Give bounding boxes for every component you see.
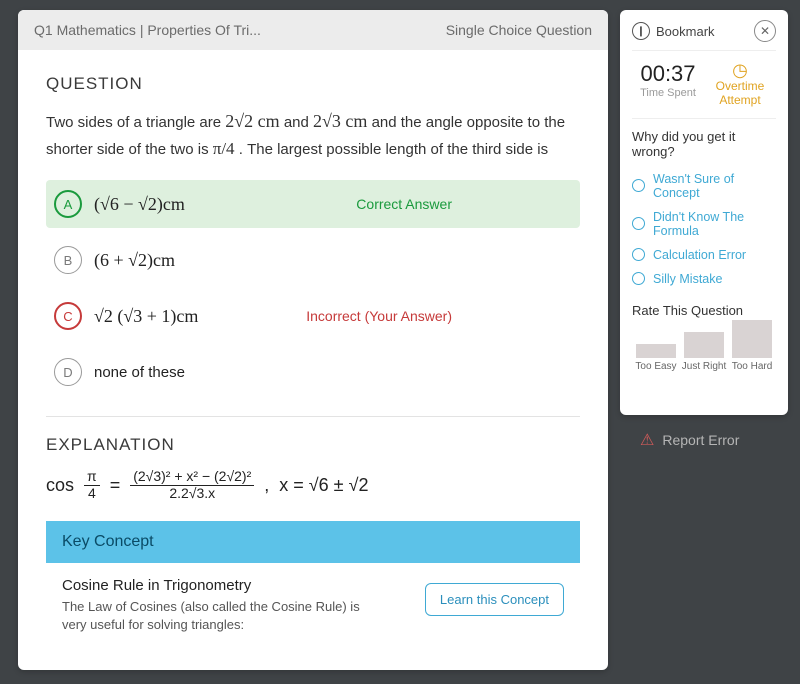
panel-body: QUESTION Two sides of a triangle are 2√2… xyxy=(18,50,608,670)
reason-option[interactable]: Didn't Know The Formula xyxy=(632,205,776,243)
concept-box: Cosine Rule in Trigonometry The Law of C… xyxy=(46,577,580,634)
math-fraction: π 4 xyxy=(84,469,100,501)
reason-label: Didn't Know The Formula xyxy=(653,210,776,238)
question-type-label: Single Choice Question xyxy=(446,22,592,38)
option-status: Correct Answer xyxy=(356,196,452,212)
panel-header: Q1 Mathematics | Properties Of Tri... Si… xyxy=(18,10,608,50)
why-wrong-heading: Why did you get it wrong? xyxy=(632,129,776,159)
reason-option[interactable]: Calculation Error xyxy=(632,243,776,267)
reason-option[interactable]: Wasn't Sure of Concept xyxy=(632,167,776,205)
fraction-numerator: (2√3)² + x² − (2√2)² xyxy=(130,469,254,485)
bar-label: Just Right xyxy=(682,361,726,372)
radio-icon xyxy=(632,179,645,192)
rating-too-easy[interactable]: Too Easy xyxy=(632,344,680,372)
option-a[interactable]: A (√6 − √2)cm Correct Answer xyxy=(46,180,580,228)
option-d[interactable]: D none of these xyxy=(46,348,580,396)
math-fragment: , xyxy=(264,475,269,496)
overtime-indicator: ◷ Overtime Attempt xyxy=(704,61,776,108)
question-fragment: Two sides of a triangle are xyxy=(46,114,225,131)
fraction-numerator: π xyxy=(84,469,100,485)
option-letter: D xyxy=(54,358,82,386)
math-fragment: cos xyxy=(46,475,74,496)
radio-icon xyxy=(632,272,645,285)
time-label: Time Spent xyxy=(632,87,704,99)
math-value: 2√2 cm xyxy=(225,111,279,131)
option-text: √2 (√3 + 1)cm xyxy=(94,306,198,327)
math-fraction: (2√3)² + x² − (2√2)² 2.2√3.x xyxy=(130,469,254,501)
option-letter: C xyxy=(54,302,82,330)
concept-name: Cosine Rule in Trigonometry xyxy=(62,577,362,594)
clock-icon: ◷ xyxy=(704,61,776,79)
fraction-denominator: 4 xyxy=(85,486,99,501)
radio-icon xyxy=(632,217,645,230)
reason-label: Wasn't Sure of Concept xyxy=(653,172,776,200)
breadcrumb: Q1 Mathematics | Properties Of Tri... xyxy=(34,22,261,38)
side-panel: ❙ Bookmark ✕ 00:37 Time Spent ◷ Overtime… xyxy=(620,10,788,415)
option-text: none of these xyxy=(94,364,185,381)
bookmark-icon: ❙ xyxy=(632,22,650,40)
option-text: (6 + √2)cm xyxy=(94,250,175,271)
bar-label: Too Hard xyxy=(732,361,773,372)
rating-too-hard[interactable]: Too Hard xyxy=(728,320,776,372)
options-list: A (√6 − √2)cm Correct Answer B (6 + √2)c… xyxy=(46,180,580,396)
concept-description: The Law of Cosines (also called the Cosi… xyxy=(62,598,362,634)
explanation-heading: EXPLANATION xyxy=(46,435,580,455)
question-fragment: . The largest possible length of the thi… xyxy=(239,141,548,158)
question-panel: Q1 Mathematics | Properties Of Tri... Si… xyxy=(18,10,608,670)
math-value: 2√3 cm xyxy=(313,111,367,131)
close-icon: ✕ xyxy=(760,24,770,38)
reason-label: Silly Mistake xyxy=(653,272,722,286)
reason-option[interactable]: Silly Mistake xyxy=(632,267,776,291)
close-button[interactable]: ✕ xyxy=(754,20,776,42)
math-fragment: = xyxy=(110,475,121,496)
time-row: 00:37 Time Spent ◷ Overtime Attempt xyxy=(632,50,776,119)
concept-text: Cosine Rule in Trigonometry The Law of C… xyxy=(62,577,362,634)
divider xyxy=(46,416,580,417)
time-spent: 00:37 Time Spent xyxy=(632,61,704,108)
option-c[interactable]: C √2 (√3 + 1)cm Incorrect (Your Answer) xyxy=(46,292,580,340)
question-text: Two sides of a triangle are 2√2 cm and 2… xyxy=(46,108,580,162)
math-fragment: x = √6 ± √2 xyxy=(279,475,368,496)
report-error-button[interactable]: ⚠ Report Error xyxy=(640,430,739,450)
bookmark-label: Bookmark xyxy=(656,24,715,39)
option-letter: A xyxy=(54,190,82,218)
question-fragment: and xyxy=(284,114,313,131)
side-top-row: ❙ Bookmark ✕ xyxy=(632,20,776,42)
rate-heading: Rate This Question xyxy=(632,303,776,318)
warning-icon: ⚠ xyxy=(640,430,654,450)
key-concept-banner: Key Concept xyxy=(46,521,580,563)
bar-icon xyxy=(684,332,724,358)
learn-concept-button[interactable]: Learn this Concept xyxy=(425,583,564,616)
rating-bars: Too Easy Just Right Too Hard xyxy=(632,326,776,372)
option-text: (√6 − √2)cm xyxy=(94,194,185,215)
option-status: Incorrect (Your Answer) xyxy=(306,308,452,324)
report-error-label: Report Error xyxy=(662,432,739,448)
explanation-math: cos π 4 = (2√3)² + x² − (2√2)² 2.2√3.x ,… xyxy=(46,469,580,501)
radio-icon xyxy=(632,248,645,261)
option-b[interactable]: B (6 + √2)cm xyxy=(46,236,580,284)
rating-just-right[interactable]: Just Right xyxy=(680,332,728,372)
bar-label: Too Easy xyxy=(635,361,676,372)
overtime-label: Overtime Attempt xyxy=(704,79,776,108)
fraction-denominator: 2.2√3.x xyxy=(166,486,218,501)
reason-label: Calculation Error xyxy=(653,248,746,262)
bookmark-button[interactable]: ❙ Bookmark xyxy=(632,22,715,40)
bar-icon xyxy=(732,320,772,358)
question-heading: QUESTION xyxy=(46,74,580,94)
math-value: π/4 xyxy=(213,139,235,158)
bar-icon xyxy=(636,344,676,358)
time-value: 00:37 xyxy=(632,61,704,87)
option-letter: B xyxy=(54,246,82,274)
